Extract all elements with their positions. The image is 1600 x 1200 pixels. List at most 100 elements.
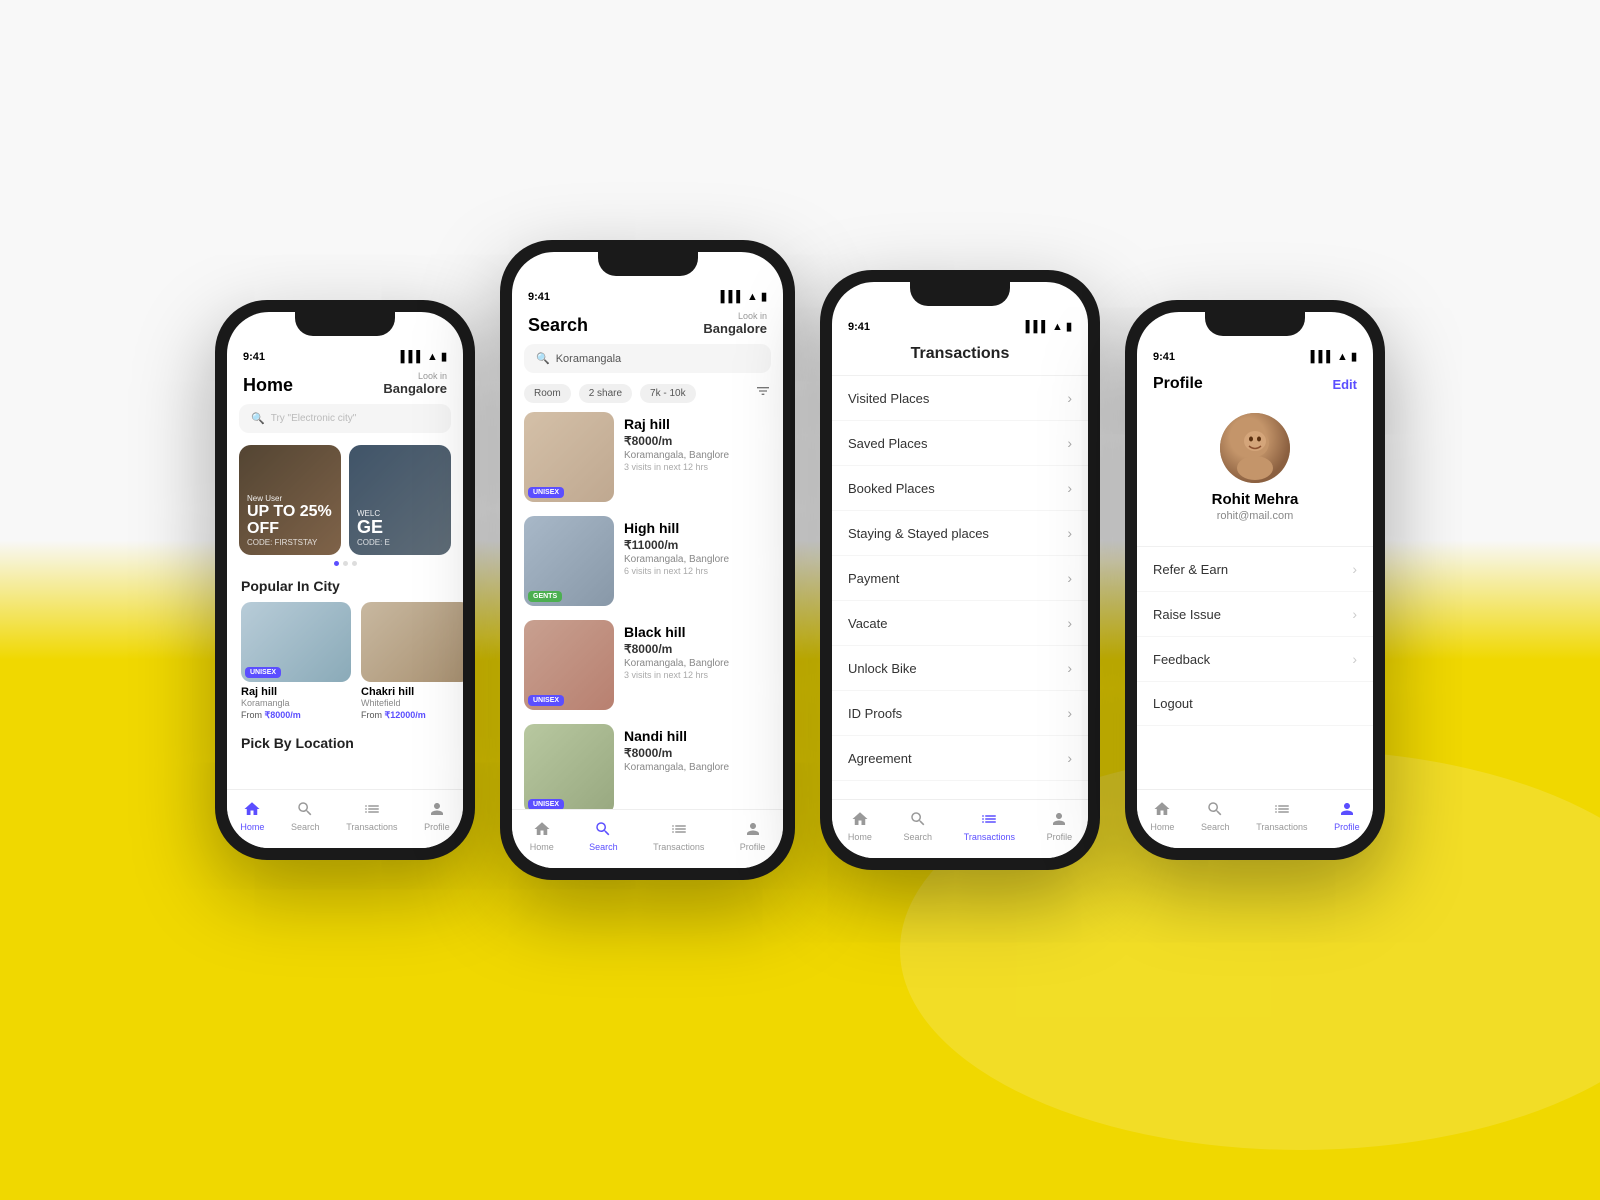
profile-page-header: Profile Edit: [1137, 367, 1373, 405]
banner-card-2[interactable]: WELC GE CODE: E: [349, 445, 451, 555]
trans-label-agreement: Agreement: [848, 751, 912, 766]
nav-search-phone2[interactable]: Search: [589, 818, 618, 852]
list-info-2: High hill ₹11000/m Koramangala, Banglore…: [624, 516, 771, 606]
list-loc-2: Koramangala, Banglore: [624, 554, 771, 565]
look-in-label: Look in: [383, 371, 447, 381]
list-name-1: Raj hill: [624, 416, 771, 432]
trans-item-bike[interactable]: Unlock Bike ›: [832, 646, 1088, 691]
signal-icon-p3: ▌▌▌: [1026, 321, 1049, 333]
transactions-header: Transactions: [832, 337, 1088, 376]
nav-profile-phone2[interactable]: Profile: [740, 818, 766, 852]
trans-item-vacate[interactable]: Vacate ›: [832, 601, 1088, 646]
trans-item-payment[interactable]: Payment ›: [832, 556, 1088, 601]
battery-icon-p4: ▮: [1351, 350, 1357, 363]
nav-profile-label-p2: Profile: [740, 842, 766, 852]
search-nav-icon-p3: [907, 808, 929, 830]
nav-search-phone1[interactable]: Search: [291, 798, 320, 832]
search-input-bar[interactable]: 🔍 Koramangala: [524, 344, 771, 373]
nav-profile-label-p4: Profile: [1334, 822, 1360, 832]
prop-card-img-1: UNISEX: [241, 602, 351, 682]
phone-transactions: 9:41 ▌▌▌ ▲ ▮ Transactions V: [820, 270, 1100, 870]
trans-item-staying[interactable]: Staying & Stayed places ›: [832, 511, 1088, 556]
search-page-title: Search: [528, 315, 588, 336]
prop-name-2: Chakri hill: [361, 686, 463, 698]
prop-name-1: Raj hill: [241, 686, 351, 698]
status-icons-phone2: ▌▌▌ ▲ ▮: [721, 290, 767, 303]
search-nav-icon-p4: [1204, 798, 1226, 820]
user-email: rohit@mail.com: [1217, 510, 1294, 522]
list-item[interactable]: GENTS High hill ₹11000/m Koramangala, Ba…: [524, 516, 771, 606]
nav-profile-phone4[interactable]: Profile: [1334, 798, 1360, 832]
banner-card-1[interactable]: New User UP TO 25% OFF CODE: FIRSTSTAY: [239, 445, 341, 555]
profile-nav-icon-p2: [742, 818, 764, 840]
prop-card-2[interactable]: Chakri hill Whitefield From ₹12000/m: [361, 602, 463, 721]
list-price-4: ₹8000/m: [624, 746, 771, 760]
menu-feedback[interactable]: Feedback ›: [1137, 637, 1373, 682]
chevron-raise: ›: [1352, 606, 1357, 622]
nav-home-phone4[interactable]: Home: [1150, 798, 1174, 832]
trans-item-visited[interactable]: Visited Places ›: [832, 376, 1088, 421]
nav-home-label-p3: Home: [848, 832, 872, 842]
menu-logout[interactable]: Logout: [1137, 682, 1373, 726]
trans-label-payment: Payment: [848, 571, 899, 586]
filter-icon[interactable]: [755, 383, 771, 404]
nav-profile-phone3[interactable]: Profile: [1047, 808, 1073, 842]
avatar-section: Rohit Mehra rohit@mail.com: [1137, 405, 1373, 538]
list-item[interactable]: UNISEX Raj hill ₹8000/m Koramangala, Ban…: [524, 412, 771, 502]
home-search-bar[interactable]: 🔍 Try "Electronic city": [239, 404, 451, 433]
list-item[interactable]: UNISEX Black hill ₹8000/m Koramangala, B…: [524, 620, 771, 710]
chevron-booked: ›: [1067, 480, 1072, 496]
search-icon-home: 🔍: [251, 412, 265, 425]
nav-trans-phone4[interactable]: Transactions: [1256, 798, 1307, 832]
trans-label-id: ID Proofs: [848, 706, 902, 721]
transactions-nav-icon: [361, 798, 383, 820]
dot-2: [343, 561, 348, 566]
menu-refer-earn[interactable]: Refer & Earn ›: [1137, 547, 1373, 592]
list-item[interactable]: UNISEX Nandi hill ₹8000/m Koramangala, B…: [524, 724, 771, 814]
menu-raise-issue[interactable]: Raise Issue ›: [1137, 592, 1373, 637]
home-header: Home Look in Bangalore: [227, 367, 463, 404]
nav-home-phone2[interactable]: Home: [530, 818, 554, 852]
filter-price[interactable]: 7k - 10k: [640, 384, 696, 403]
nav-home-phone3[interactable]: Home: [848, 808, 872, 842]
nav-profile-phone1[interactable]: Profile: [424, 798, 450, 832]
list-visits-2: 6 visits in next 12 hrs: [624, 566, 771, 576]
nav-trans-phone2[interactable]: Transactions: [653, 818, 704, 852]
chevron-staying: ›: [1067, 525, 1072, 541]
trans-label-booked: Booked Places: [848, 481, 935, 496]
filter-share[interactable]: 2 share: [579, 384, 632, 403]
nav-trans-phone3[interactable]: Transactions: [964, 808, 1015, 842]
transactions-title: Transactions: [911, 345, 1010, 362]
list-price-3: ₹8000/m: [624, 642, 771, 656]
phone-search: 9:41 ▌▌▌ ▲ ▮ Search Look in Bangalore: [500, 240, 795, 880]
trans-item-booked[interactable]: Booked Places ›: [832, 466, 1088, 511]
nav-search-label-p4: Search: [1201, 822, 1230, 832]
profile-nav-icon: [426, 798, 448, 820]
list-info-4: Nandi hill ₹8000/m Koramangala, Banglore: [624, 724, 771, 814]
list-name-3: Black hill: [624, 624, 771, 640]
nav-home-phone1[interactable]: Home: [240, 798, 264, 832]
list-name-4: Nandi hill: [624, 728, 771, 744]
refer-earn-label: Refer & Earn: [1153, 562, 1228, 577]
filter-room[interactable]: Room: [524, 384, 571, 403]
nav-trans-label-p2: Transactions: [653, 842, 704, 852]
prop-card-1[interactable]: UNISEX Raj hill Koramangla From ₹8000/m: [241, 602, 351, 721]
trans-item-saved[interactable]: Saved Places ›: [832, 421, 1088, 466]
bottom-nav-phone3: Home Search Transactions: [832, 799, 1088, 858]
banner2-small: WELC: [357, 509, 443, 518]
trans-item-id[interactable]: ID Proofs ›: [832, 691, 1088, 736]
list-visits-3: 3 visits in next 12 hrs: [624, 670, 771, 680]
list-badge-3: UNISEX: [528, 695, 564, 706]
nav-trans-phone1[interactable]: Transactions: [346, 798, 397, 832]
nav-search-phone3[interactable]: Search: [904, 808, 933, 842]
trans-nav-icon-p2: [668, 818, 690, 840]
status-bar-phone3: 9:41 ▌▌▌ ▲ ▮: [832, 312, 1088, 337]
phone-home: 9:41 ▌▌▌ ▲ ▮ Home Look in: [215, 300, 475, 860]
nav-search-phone4[interactable]: Search: [1201, 798, 1230, 832]
bottom-nav-phone1: Home Search Transactions: [227, 789, 463, 848]
edit-button[interactable]: Edit: [1332, 377, 1357, 392]
list-price-1: ₹8000/m: [624, 434, 771, 448]
trans-item-agreement[interactable]: Agreement ›: [832, 736, 1088, 781]
chevron-saved: ›: [1067, 435, 1072, 451]
prop-price-2: From ₹12000/m: [361, 710, 463, 721]
